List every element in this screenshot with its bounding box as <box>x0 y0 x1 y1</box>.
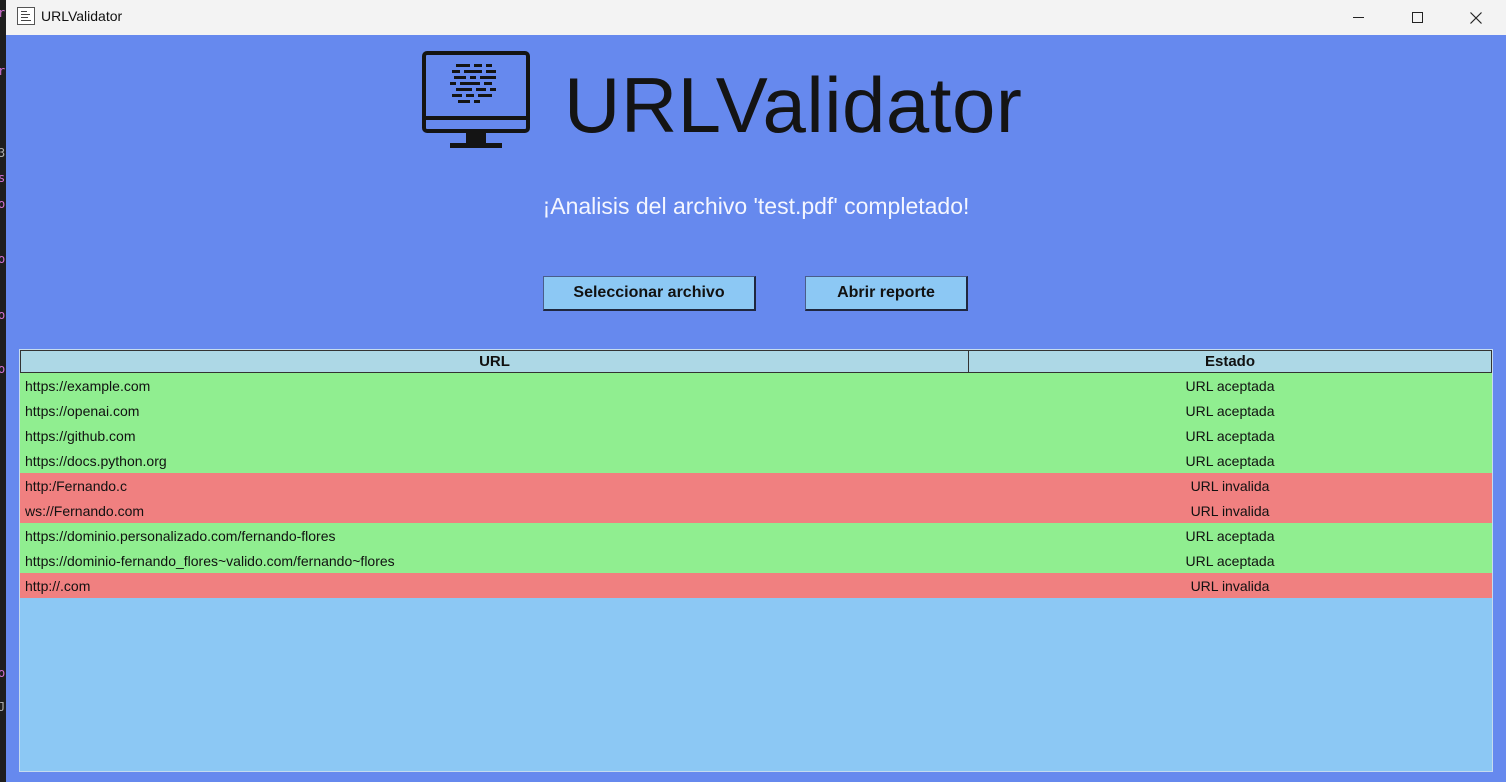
table-row[interactable]: https://github.com URL aceptada <box>20 423 1492 448</box>
logo-text: URLValidator <box>564 61 1023 149</box>
cell-url: https://dominio-fernando_flores~valido.c… <box>25 552 395 569</box>
minimize-icon <box>1352 17 1364 18</box>
cell-estado: URL invalida <box>1190 477 1270 494</box>
results-table[interactable]: URL Estado https://example.com URL acepta… <box>19 349 1493 772</box>
cell-estado: URL aceptada <box>1185 427 1275 444</box>
column-header-url[interactable]: URL <box>21 351 969 372</box>
app-window: URLValidator URLValidator ¡Analisis del … <box>6 0 1506 782</box>
cell-estado: URL invalida <box>1190 502 1270 519</box>
open-report-button[interactable]: Abrir reporte <box>805 276 968 311</box>
cell-estado: URL aceptada <box>1185 552 1275 569</box>
select-file-button[interactable]: Seleccionar archivo <box>543 276 756 311</box>
cell-url: https://github.com <box>25 427 136 444</box>
table-row[interactable]: https://dominio-fernando_flores~valido.c… <box>20 548 1492 573</box>
table-row[interactable]: https://example.com URL aceptada <box>20 373 1492 398</box>
status-message: ¡Analisis del archivo 'test.pdf' complet… <box>542 193 970 219</box>
table-body: https://example.com URL aceptada https://o… <box>20 373 1492 598</box>
table-row[interactable]: http://.com URL invalida <box>20 573 1492 598</box>
table-row[interactable]: ws://Fernando.com URL invalida <box>20 498 1492 523</box>
cell-url: https://docs.python.org <box>25 452 167 469</box>
monitor-code-icon <box>422 51 530 148</box>
table-row[interactable]: https://openai.com URL aceptada <box>20 398 1492 423</box>
title-bar[interactable]: URLValidator <box>6 0 1506 35</box>
cell-estado: URL aceptada <box>1185 452 1275 469</box>
cell-estado: URL aceptada <box>1185 377 1275 394</box>
minimize-button[interactable] <box>1329 0 1387 35</box>
table-row[interactable]: http:/Fernando.c URL invalida <box>20 473 1492 498</box>
close-icon <box>1470 11 1482 24</box>
app-logo: URLValidator <box>420 50 1110 154</box>
cell-url: https://dominio.personalizado.com/fernan… <box>25 527 336 544</box>
table-row[interactable]: https://docs.python.org URL aceptada <box>20 448 1492 473</box>
table-header: URL Estado <box>20 350 1492 373</box>
cell-estado: URL invalida <box>1190 577 1270 594</box>
maximize-button[interactable] <box>1388 0 1446 35</box>
cell-url: http:/Fernando.c <box>25 477 127 494</box>
maximize-icon <box>1411 12 1423 23</box>
cell-estado: URL aceptada <box>1185 527 1275 544</box>
cell-estado: URL aceptada <box>1185 402 1275 419</box>
cell-url: https://openai.com <box>25 402 140 419</box>
column-header-estado[interactable]: Estado <box>969 351 1491 372</box>
close-button[interactable] <box>1447 0 1505 35</box>
window-title: URLValidator <box>41 8 123 24</box>
app-icon <box>17 7 35 25</box>
cell-url: https://example.com <box>25 377 151 394</box>
cell-url: http://.com <box>25 577 91 594</box>
table-row[interactable]: https://dominio.personalizado.com/fernan… <box>20 523 1492 548</box>
cell-url: ws://Fernando.com <box>25 502 145 519</box>
